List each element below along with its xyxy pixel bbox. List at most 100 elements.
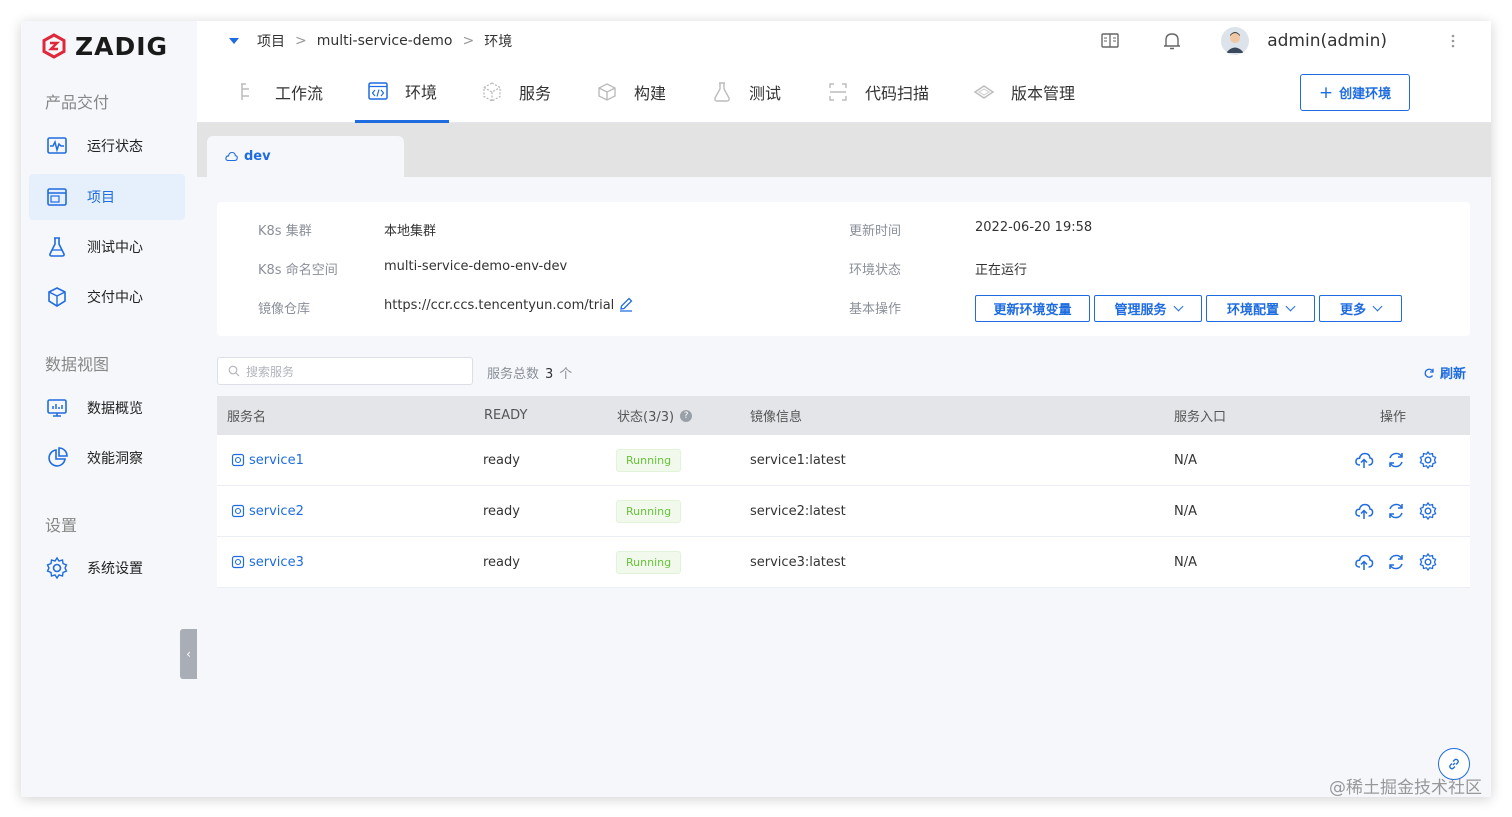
tab-environment[interactable]: 环境 (355, 61, 450, 123)
table-header: 服务名 READY 状态(3/3)? 镜像信息 服务入口 操作 (217, 396, 1470, 435)
update-env-vars-button[interactable]: 更新环境变量 (975, 295, 1090, 322)
restart-icon[interactable] (1386, 450, 1406, 470)
image-value: service1:latest (750, 452, 846, 468)
tab-version[interactable]: 版本管理 (973, 61, 1075, 123)
sidebar-item-data-overview[interactable]: 数据概览 (29, 385, 185, 431)
logo-text: ZADIG (75, 31, 169, 61)
sidebar-item-test-center[interactable]: 测试中心 (29, 224, 185, 270)
service-total: 服务总数 3 个 (487, 363, 572, 382)
manage-services-button[interactable]: 管理服务 (1094, 295, 1202, 322)
restart-icon[interactable] (1386, 501, 1406, 521)
avatar[interactable] (1221, 27, 1250, 55)
flask-icon (49, 237, 65, 257)
sidebar-item-delivery-center[interactable]: 交付中心 (29, 274, 185, 320)
header-bar: 项目 > multi-service-demo > 环境 admin(admin… (197, 21, 1491, 61)
logo[interactable]: ZADIG (41, 31, 168, 61)
sidebar-item-project[interactable]: 项目 (29, 174, 185, 220)
user-name[interactable]: admin(admin) (1267, 31, 1387, 51)
breadcrumb-separator: > (462, 33, 475, 49)
entry-value: N/A (1174, 452, 1197, 468)
col-status-label: 状态(3/3) (617, 410, 675, 425)
cloud-upload-icon[interactable] (1354, 552, 1374, 572)
section-delivery: 产品交付 (45, 93, 110, 112)
dashboard-monitor-icon (47, 399, 67, 417)
service-name: service3 (249, 554, 304, 570)
breadcrumb-separator: > (295, 33, 307, 49)
environment-tab-strip: dev (197, 123, 1491, 177)
create-environment-label: 创建环境 (1339, 87, 1392, 102)
bell-icon[interactable] (1161, 30, 1183, 52)
tab-label: 测试 (749, 84, 782, 103)
updated-value: 2022-06-20 19:58 (975, 220, 1093, 235)
version-icon (973, 85, 995, 99)
settings-gear-icon[interactable] (1418, 450, 1438, 470)
env-tab-label: dev (244, 149, 271, 164)
help-icon[interactable]: ? (680, 409, 693, 422)
sidebar-item-runtime-status[interactable]: 运行状态 (29, 123, 185, 169)
breadcrumb: 项目 > multi-service-demo > 环境 (229, 31, 512, 51)
tab-test[interactable]: 测试 (711, 61, 781, 123)
settings-gear-icon[interactable] (1418, 501, 1438, 521)
col-name: 服务名 (227, 410, 267, 425)
status-label: 环境状态 (849, 263, 902, 278)
edit-icon[interactable] (618, 296, 634, 312)
service-link[interactable]: service2 (231, 486, 304, 536)
tab-label: 工作流 (275, 84, 324, 103)
caret-down-icon[interactable] (229, 38, 239, 44)
cloud-upload-icon[interactable] (1354, 501, 1374, 521)
entry-value: N/A (1174, 554, 1197, 570)
tab-build[interactable]: 构建 (596, 61, 666, 123)
status-cell: Running (616, 486, 682, 536)
status-value: 正在运行 (975, 263, 1028, 278)
ready-value: ready (483, 503, 520, 519)
status-badge: Running (616, 499, 682, 523)
project-tabs: 工作流 环境 服务 构建 测试 代码扫描 版本管理 + 创建环境 (197, 61, 1491, 123)
more-button[interactable]: 更多 (1319, 295, 1402, 322)
sidebar-item-system-settings[interactable]: 系统设置 (29, 545, 185, 591)
breadcrumb-project-name[interactable]: multi-service-demo (317, 33, 453, 49)
service-link[interactable]: service3 (231, 537, 304, 587)
tab-code-scan[interactable]: 代码扫描 (827, 61, 929, 123)
section-settings: 设置 (45, 516, 78, 535)
col-entry: 服务入口 (1174, 410, 1227, 425)
book-icon[interactable] (1099, 30, 1121, 52)
namespace-value: multi-service-demo-env-dev (384, 259, 568, 274)
search-input[interactable]: 搜索服务 (217, 357, 473, 385)
updated-label: 更新时间 (849, 224, 902, 239)
more-vertical-icon[interactable] (1443, 31, 1463, 51)
service-icon (231, 453, 245, 467)
status-cell: Running (616, 435, 682, 485)
tab-label: 环境 (405, 82, 438, 102)
env-tab-dev[interactable]: dev (207, 136, 404, 177)
cloud-upload-icon[interactable] (1354, 450, 1374, 470)
flask-icon (714, 82, 730, 102)
create-environment-button[interactable]: + 创建环境 (1300, 74, 1410, 111)
service-icon (231, 555, 245, 569)
pie-chart-icon (48, 447, 68, 467)
sidebar-collapse-handle[interactable]: ‹ (180, 629, 197, 679)
chevron-down-icon (1285, 301, 1296, 312)
tab-service[interactable]: 服务 (481, 61, 551, 123)
chevron-down-icon (1372, 301, 1383, 312)
sidebar-item-insight[interactable]: 效能洞察 (29, 435, 185, 481)
sidebar-item-label: 数据概览 (87, 401, 143, 417)
manage-services-label: 管理服务 (1114, 303, 1167, 318)
restart-icon[interactable] (1386, 552, 1406, 572)
scan-icon (829, 83, 847, 101)
settings-gear-icon[interactable] (1418, 552, 1438, 572)
sidebar: ZADIG 产品交付 运行状态 项目 测试中心 交付中心 数据视图 数据概览 效… (21, 21, 197, 797)
breadcrumb-projects[interactable]: 项目 (257, 31, 285, 51)
service-table: 服务名 READY 状态(3/3)? 镜像信息 服务入口 操作 service1… (217, 396, 1470, 588)
section-data-view: 数据视图 (45, 355, 110, 374)
env-config-button[interactable]: 环境配置 (1206, 295, 1315, 322)
namespace-label: K8s 命名空间 (258, 263, 338, 278)
service-total-unit: 个 (559, 367, 573, 382)
sidebar-item-label: 运行状态 (87, 139, 143, 155)
refresh-button[interactable]: 刷新 (1423, 363, 1466, 382)
tab-workflow[interactable]: 工作流 (237, 61, 323, 123)
gear-icon (46, 556, 68, 580)
service-total-count: 3 (545, 367, 554, 382)
workflow-icon (241, 83, 249, 100)
service-link[interactable]: service1 (231, 435, 304, 485)
registry-value: https://ccr.ccs.tencentyun.com/trial (384, 298, 615, 313)
